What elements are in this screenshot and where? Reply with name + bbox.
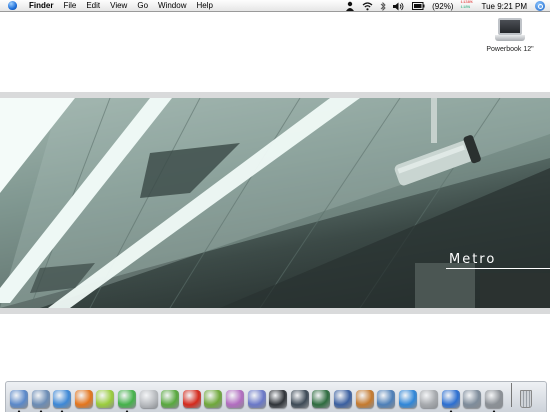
desktop-drive[interactable]: Powerbook 12": [480, 18, 540, 53]
finder-icon[interactable]: [10, 390, 28, 412]
forward-icon[interactable]: [441, 390, 460, 412]
mail-icon[interactable]: [31, 390, 50, 412]
menu-help[interactable]: Help: [196, 0, 212, 12]
ical-icon[interactable]: [225, 390, 244, 408]
menu-app-name[interactable]: Finder: [29, 0, 53, 12]
bluetooth-icon[interactable]: [380, 0, 386, 12]
laptop-drive-icon: [495, 18, 525, 42]
pen-icon[interactable]: [247, 390, 266, 408]
lock-icon[interactable]: [139, 390, 158, 408]
battery-icon[interactable]: [412, 0, 425, 12]
menu-bar: Finder File Edit View Go Window Help (92…: [0, 0, 550, 12]
ceiling-illustration: [0, 98, 550, 308]
safari-icon[interactable]: [53, 390, 72, 412]
stat-bottom: 118%: [460, 6, 471, 10]
utility-icon[interactable]: [420, 390, 439, 408]
system-stats: 1138% 118%: [460, 1, 472, 11]
menu-edit[interactable]: Edit: [86, 0, 100, 12]
volume-icon[interactable]: [393, 0, 405, 12]
quicktime-icon[interactable]: [398, 390, 417, 408]
dock-separator: [510, 383, 512, 407]
menu-file[interactable]: File: [63, 0, 76, 12]
script-icon[interactable]: [161, 390, 180, 408]
firefox-icon[interactable]: [74, 390, 93, 408]
spotlight-icon[interactable]: [535, 1, 545, 11]
trash-icon[interactable]: [519, 390, 532, 408]
flash-icon[interactable]: [182, 390, 201, 408]
dreamweaver-icon[interactable]: [204, 390, 223, 408]
photo-icon[interactable]: [269, 390, 288, 408]
metro-photo: Metro: [0, 98, 550, 308]
menu-window[interactable]: Window: [158, 0, 186, 12]
menu-go[interactable]: Go: [137, 0, 148, 12]
user-icon[interactable]: [345, 0, 355, 12]
text-icon[interactable]: [333, 390, 352, 408]
menu-clock[interactable]: Tue 9:21 PM: [481, 2, 527, 11]
wallpaper-banner: Metro: [0, 92, 550, 314]
menu-view[interactable]: View: [110, 0, 127, 12]
tools-icon[interactable]: [463, 390, 482, 408]
itunes-icon[interactable]: [96, 390, 115, 408]
scissors-icon[interactable]: [485, 390, 504, 412]
caption-underline: [446, 268, 550, 269]
guitar-icon[interactable]: [355, 390, 374, 408]
download-icon[interactable]: [312, 390, 331, 408]
skype-icon[interactable]: [117, 390, 136, 412]
movie-icon[interactable]: [290, 390, 309, 408]
battery-percent: (92%): [432, 1, 454, 11]
desktop-drive-label: Powerbook 12": [486, 46, 534, 53]
preview-icon[interactable]: [377, 390, 396, 408]
banner-caption: Metro: [449, 252, 497, 267]
apple-menu-icon[interactable]: [8, 1, 17, 10]
menu-extras: (92%) 1138% 118% Tue 9:21 PM: [345, 0, 550, 12]
wifi-icon[interactable]: [362, 0, 373, 12]
dock: [5, 381, 547, 412]
